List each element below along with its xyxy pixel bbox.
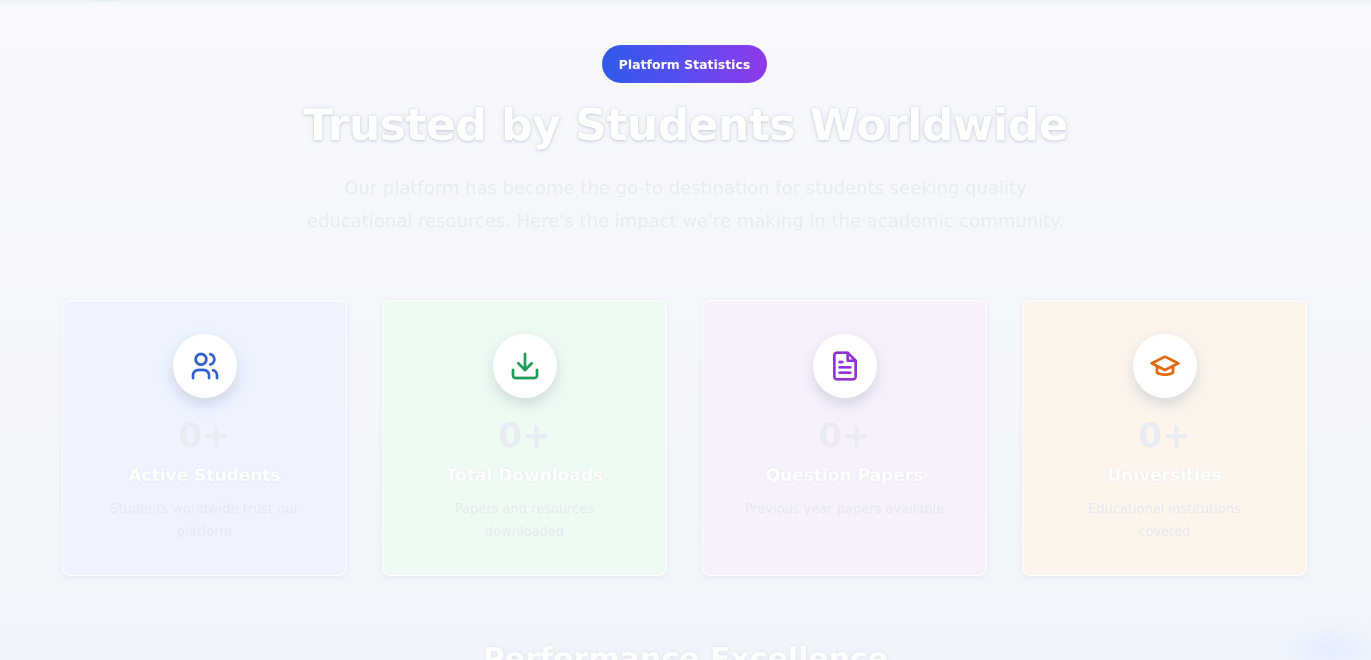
stat-description: Students worldwide trust our platform: [110, 502, 299, 540]
section-title: Trusted by Students Worldwide: [303, 100, 1068, 151]
stat-icon-circle: [173, 334, 237, 398]
stat-value: 0+: [498, 416, 551, 456]
stat-label: Question Papers: [765, 466, 924, 486]
stat-value: 0+: [178, 416, 231, 456]
next-section-title: Performance Excellence: [482, 642, 889, 660]
file-text-icon: [833, 351, 857, 381]
stat-description: Papers and resources downloaded: [454, 502, 595, 540]
stat-icon-circle: [1133, 334, 1197, 398]
graduation-cap-icon: [1150, 355, 1180, 376]
stat-label: Universities: [1107, 466, 1222, 486]
stat-description: Educational institutions covered: [1088, 502, 1241, 540]
stat-icon-circle: [493, 334, 557, 398]
users-icon: [191, 352, 219, 380]
stat-value: 0+: [818, 416, 871, 456]
stat-label: Total Downloads: [445, 466, 604, 486]
stat-card-universities: 0+ Universities Educational institutions…: [1022, 300, 1307, 576]
stat-card-question-papers: 0+ Question Papers Previous year papers …: [702, 300, 987, 576]
download-icon: [511, 352, 539, 380]
stat-value: 0+: [1138, 416, 1191, 456]
stat-description: Previous year papers available: [744, 502, 945, 517]
stat-card-total-downloads: 0+ Total Downloads Papers and resources …: [382, 300, 667, 576]
section-badge: Platform Statistics: [602, 45, 767, 83]
stat-card-active-students: 0+ Active Students Students worldwide tr…: [62, 300, 347, 576]
stat-icon-circle: [813, 334, 877, 398]
stat-label: Active Students: [128, 466, 281, 486]
section-subtitle: Our platform has become the go-to destin…: [306, 178, 1065, 232]
top-nav-shadow: [0, 0, 1371, 6]
